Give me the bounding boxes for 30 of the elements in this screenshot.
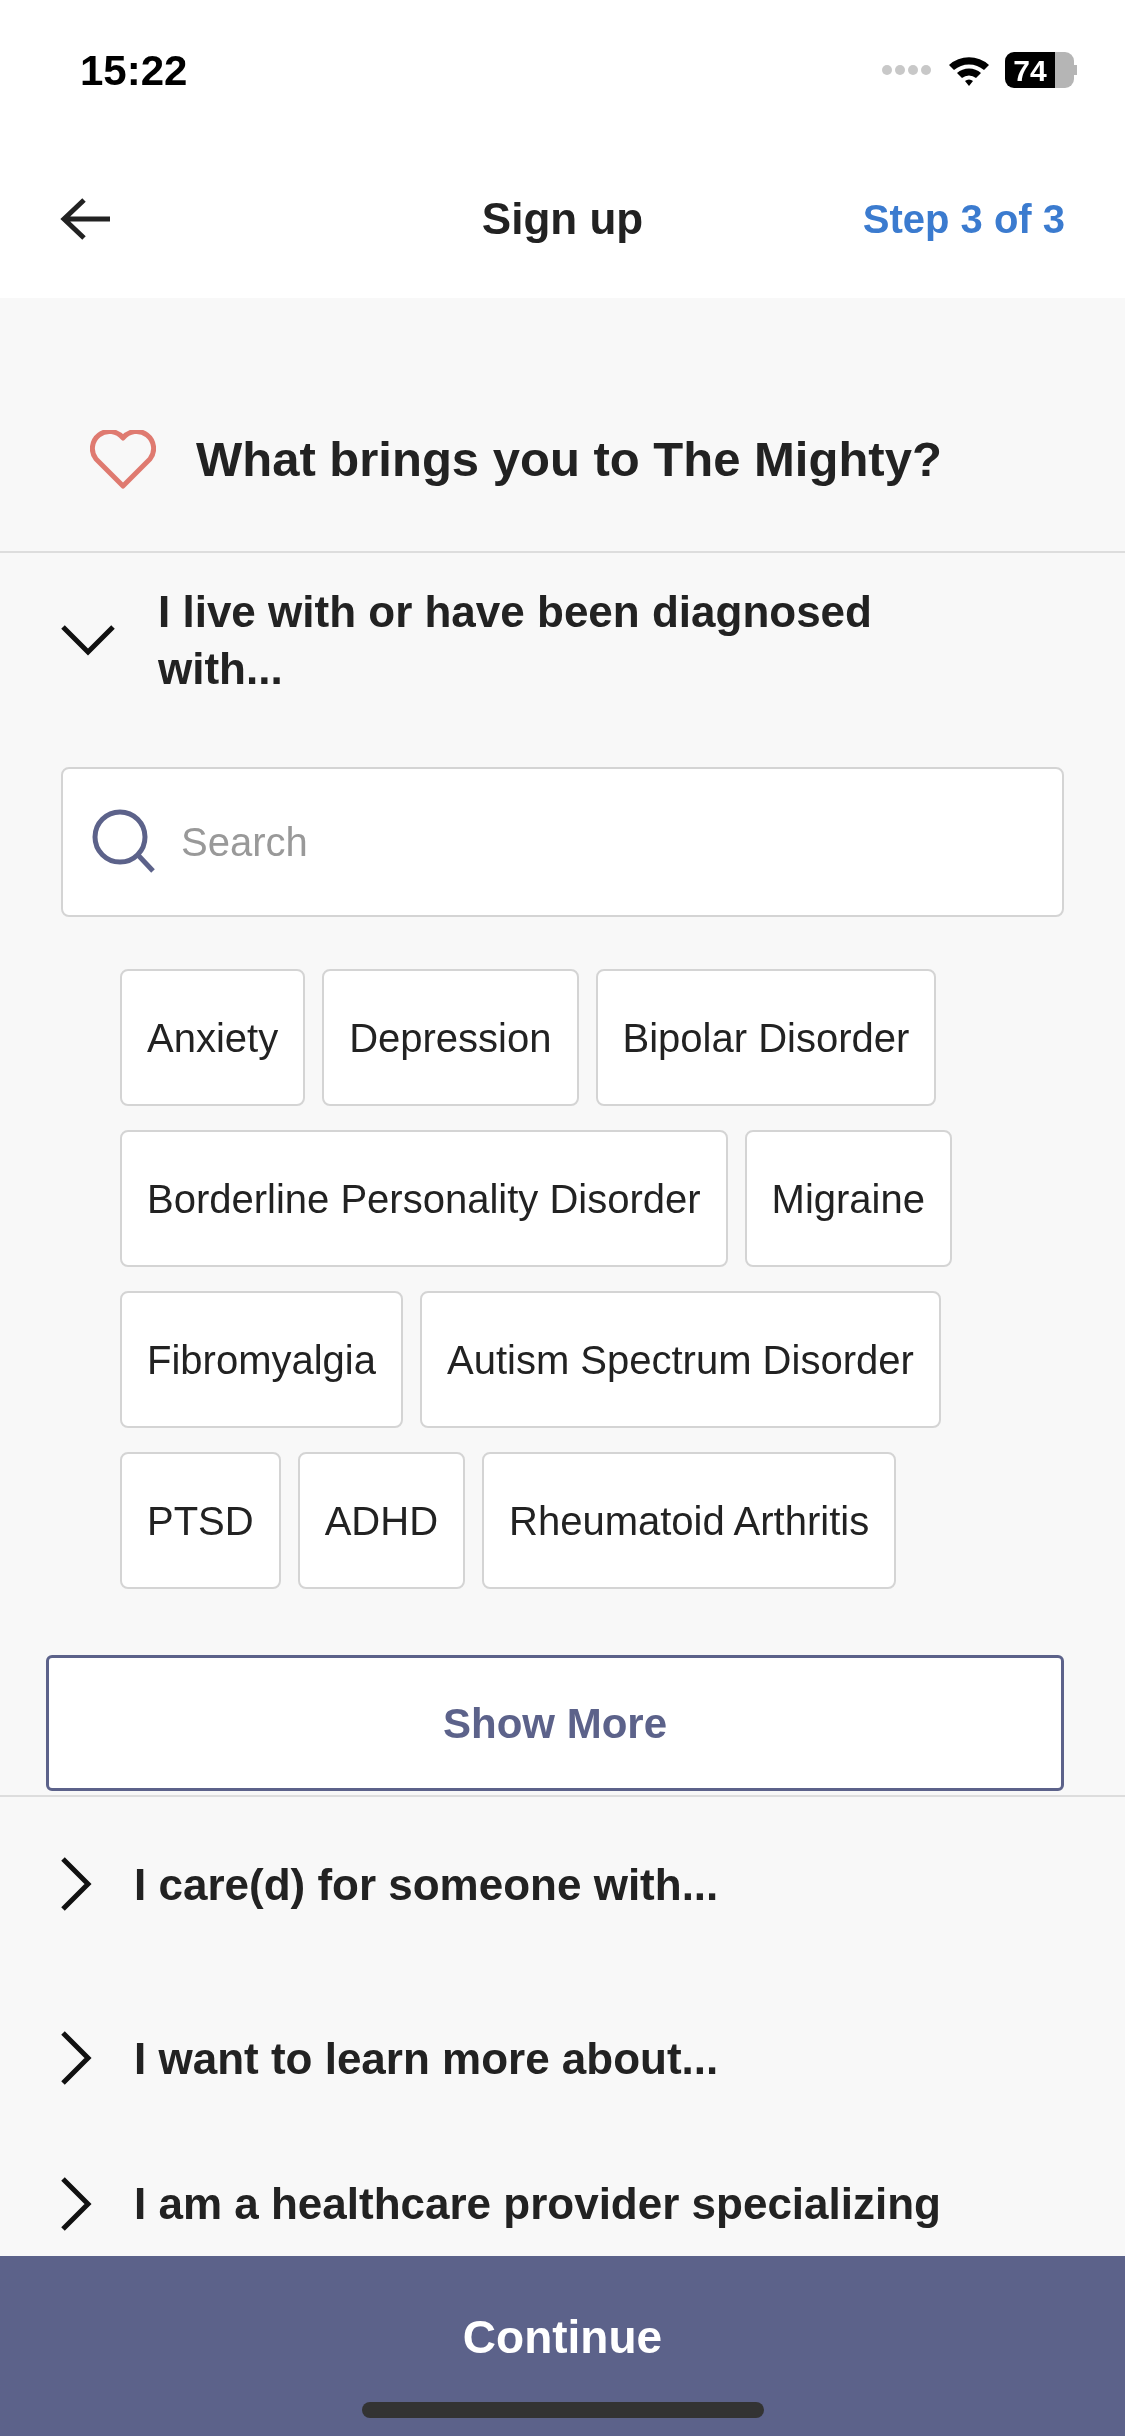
heart-icon [90,429,156,490]
page-title: Sign up [481,193,644,245]
condition-chip[interactable]: Rheumatoid Arthritis [482,1452,897,1590]
section-header[interactable]: I am a healthcare provider specializing [0,2145,1125,2233]
battery-indicator: 74 [1005,52,1055,88]
condition-chip[interactable]: Autism Spectrum Disorder [419,1291,941,1429]
condition-chip[interactable]: Anxiety [120,969,306,1107]
continue-button[interactable]: Continue [456,2302,669,2373]
section-header[interactable]: I want to learn more about... [0,1971,1125,2146]
condition-chip[interactable]: Migraine [744,1130,952,1268]
question-heading: What brings you to The Mighty? [196,430,942,488]
section-header[interactable]: I live with or have been diagnosed with... [0,553,1125,768]
step-indicator: Step 3 of 3 [862,196,1065,243]
back-button[interactable] [60,197,112,241]
condition-chip[interactable]: Bipolar Disorder [595,969,937,1107]
signal-icon [881,63,933,77]
search-field[interactable]: Search [61,767,1064,918]
chevron-down-icon [60,624,116,657]
show-more-button[interactable]: Show More [46,1655,1064,1792]
condition-chip[interactable]: PTSD [120,1452,281,1590]
chevron-right-icon [60,2175,92,2232]
section-header[interactable]: I care(d) for someone with... [0,1797,1125,1972]
condition-chip[interactable]: Borderline Personality Disorder [120,1130,728,1268]
status-time: 15:22 [80,45,188,96]
condition-chip[interactable]: ADHD [297,1452,466,1590]
chevron-right-icon [60,2030,92,2087]
chevron-right-icon [60,1856,92,1913]
back-arrow-icon [60,197,112,241]
condition-chip[interactable]: Depression [322,969,579,1107]
condition-chip[interactable]: Fibromyalgia [120,1291,403,1429]
